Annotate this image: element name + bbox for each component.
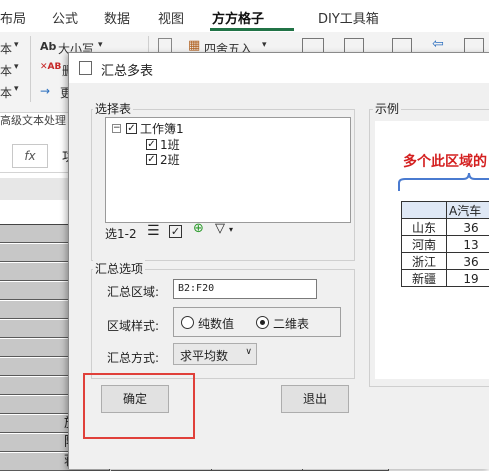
tree-root-label: 工作簿1 (140, 122, 184, 136)
dialog-title-bar: 汇总多表 (69, 53, 489, 83)
case-icon: Ab (40, 40, 57, 53)
example-row-value: 19 (446, 269, 489, 287)
arrow-right-icon: → (40, 84, 51, 98)
list-icon[interactable]: ☰ (147, 223, 160, 239)
example-row-label: 山东 (401, 218, 447, 236)
tab-formulas[interactable]: 公式 (52, 8, 78, 27)
ribbon-group-label: 高级文本处理 (0, 114, 66, 127)
tree-item-2[interactable]: 2班 (160, 151, 180, 168)
ribbon-item-fragment-1[interactable]: 本 (0, 40, 12, 57)
style-radio-group: 纯数值 二维表 (173, 307, 341, 337)
radio-pure-values-label[interactable]: 纯数值 (198, 315, 234, 332)
ribbon-item-fragment-3[interactable]: 本 (0, 84, 12, 101)
summary-dialog: 汇总多表 选择表 − ✓ 工作簿1 ✓ 1班 ✓ 2班 选1-2 ☰ ✓ ⊕ ▽… (68, 52, 489, 469)
method-select-value: 求平均数 (180, 349, 229, 363)
merge-arrow-icon[interactable]: ⇦ (432, 36, 444, 52)
example-group-label: 示例 (373, 100, 402, 117)
example-row-label: 新疆 (401, 269, 447, 287)
add-sheet-icon[interactable]: ⊕ (193, 221, 204, 236)
range-input[interactable]: B2:F20 (173, 279, 317, 299)
example-preview: 多个此区域的 A汽车 山东 36 河南 13 浙江 36 新疆 19 (375, 121, 489, 379)
tab-data[interactable]: 数据 (104, 8, 130, 27)
filter-icon[interactable]: ▽ (215, 221, 225, 236)
ribbon-item-fragment-2[interactable]: 本 (0, 62, 12, 79)
dialog-app-icon (79, 61, 92, 75)
summary-options-group-label: 汇总选项 (93, 260, 146, 277)
ribbon-separator (30, 36, 31, 102)
brace-icon (398, 172, 489, 191)
chevron-down-icon: ∨ (245, 347, 252, 357)
example-row-value: 36 (446, 218, 489, 236)
example-header-cell: A汽车 (446, 201, 489, 219)
sheet2-checkbox[interactable]: ✓ (146, 154, 157, 165)
radio-pure-values[interactable] (181, 316, 194, 329)
selection-count-label: 选1-2 (105, 227, 137, 241)
example-row-value: 36 (446, 252, 489, 270)
method-select[interactable]: 求平均数 ∨ (173, 343, 257, 365)
tab-view[interactable]: 视图 (158, 8, 184, 27)
example-corner-cell (401, 201, 447, 219)
dropdown-arrow-icon[interactable]: ▾ (14, 84, 19, 94)
example-row-value: 13 (446, 235, 489, 253)
style-label: 区域样式: (107, 319, 160, 333)
range-label: 汇总区域: (107, 285, 160, 299)
dropdown-arrow-icon[interactable]: ▾ (262, 40, 267, 50)
example-row-label: 浙江 (401, 252, 447, 270)
sheet-tree[interactable]: − ✓ 工作簿1 ✓ 1班 ✓ 2班 (105, 117, 351, 223)
collapse-icon[interactable]: − (112, 124, 121, 133)
dropdown-arrow-icon[interactable]: ▾ (14, 62, 19, 72)
method-label: 汇总方式: (107, 351, 160, 365)
radio-2d-table-label[interactable]: 二维表 (273, 315, 309, 332)
tab-layout[interactable]: 布局 (0, 8, 26, 27)
dropdown-arrow-icon[interactable]: ▾ (98, 40, 103, 50)
ok-button[interactable]: 确定 (101, 385, 169, 413)
exit-button[interactable]: 退出 (281, 385, 349, 413)
workbook-checkbox[interactable]: ✓ (126, 123, 137, 134)
delete-text-icon: ✕AB (40, 62, 62, 72)
select-sheets-group-label: 选择表 (93, 100, 134, 117)
dropdown-arrow-icon[interactable]: ▾ (14, 40, 19, 50)
active-tab-indicator (210, 28, 294, 31)
grid-round-icon: ▦ (188, 38, 201, 53)
tab-diy-toolbox[interactable]: DIY工具箱 (318, 8, 379, 27)
fx-button[interactable]: fx (12, 144, 48, 168)
example-row-label: 河南 (401, 235, 447, 253)
check-all-icon[interactable]: ✓ (169, 225, 182, 238)
dialog-title: 汇总多表 (101, 64, 154, 79)
radio-2d-table[interactable] (256, 316, 269, 329)
ribbon-tab-bar: 布局 公式 数据 视图 方方格子 DIY工具箱 (0, 0, 489, 32)
sheet1-checkbox[interactable]: ✓ (146, 139, 157, 150)
tab-fangfang[interactable]: 方方格子 (212, 8, 264, 27)
dropdown-arrow-icon[interactable]: ▾ (229, 225, 233, 234)
